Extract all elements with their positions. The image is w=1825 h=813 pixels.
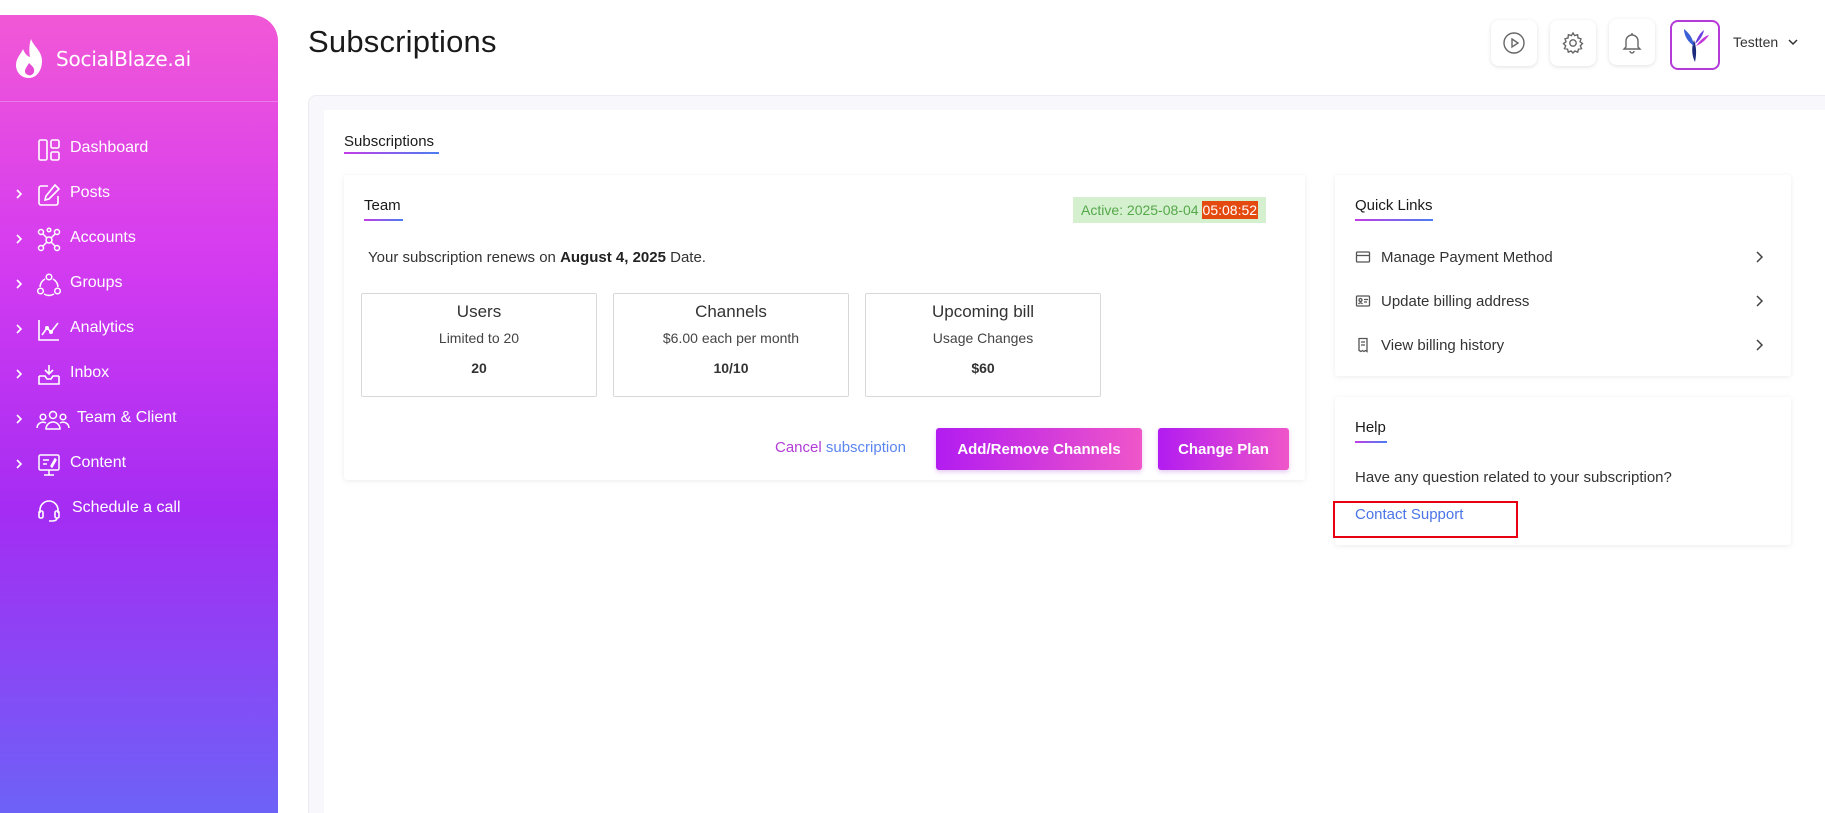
contact-support-link[interactable]: Contact Support (1355, 506, 1463, 523)
flame-logo-icon (16, 39, 42, 78)
renewal-suffix: Date. (670, 249, 706, 266)
chevron-right-icon (16, 324, 23, 334)
status-time: 05:08:52 (1201, 201, 1259, 219)
chevron-right-icon (1756, 295, 1764, 307)
quick-link-manage-payment[interactable]: Manage Payment Method (1355, 245, 1765, 269)
chevron-down-icon (1788, 39, 1798, 46)
sidebar-item-label: Content (70, 454, 127, 471)
sidebar-item-label: Posts (70, 184, 111, 201)
settings-button[interactable] (1550, 20, 1596, 66)
tab-underline (344, 152, 439, 154)
headset-icon (38, 500, 60, 522)
stat-title: Upcoming bill (931, 302, 1035, 321)
sidebar-item-team-client[interactable]: Team & Client (0, 397, 278, 442)
avatar[interactable] (1670, 20, 1720, 70)
sidebar-item-posts[interactable]: Posts (0, 172, 278, 217)
brand[interactable]: SocialBlaze.ai (12, 37, 191, 81)
sidebar-item-accounts[interactable]: Accounts (0, 217, 278, 262)
brand-name: SocialBlaze.ai (56, 47, 192, 71)
quick-links-underline (1355, 219, 1433, 221)
chevron-right-icon (1756, 339, 1764, 351)
group-icon (36, 273, 62, 297)
edit-icon (38, 183, 61, 206)
stat-title: Channels (695, 302, 767, 321)
plan-name-underline (364, 219, 403, 221)
renewal-date: August 4, 2025 (560, 249, 666, 266)
plan-name: Team (364, 197, 401, 214)
sidebar-item-dashboard[interactable]: Dashboard (0, 127, 278, 172)
quick-link-billing-address[interactable]: Update billing address (1355, 289, 1765, 313)
team-icon (36, 410, 70, 430)
inbox-icon (38, 365, 60, 385)
chevron-right-icon (16, 414, 23, 424)
help-question: Have any question related to your subscr… (1355, 469, 1672, 486)
dashboard-icon (38, 139, 60, 161)
sidebar-item-content[interactable]: Content (0, 442, 278, 487)
network-icon (37, 227, 61, 252)
status-date: Active: 2025-08-04 (1081, 202, 1199, 218)
quick-link-label: Manage Payment Method (1381, 248, 1553, 266)
change-plan-button[interactable]: Change Plan (1158, 428, 1289, 470)
cancel-link-part2: subscription (825, 439, 906, 456)
quick-link-billing-history[interactable]: View billing history (1355, 333, 1765, 357)
analytics-icon (38, 320, 59, 341)
status-badge: Active: 2025-08-04 05:08:52 (1073, 197, 1267, 223)
sidebar-divider (0, 101, 278, 102)
stat-subtitle: $6.00 each per month (662, 330, 800, 346)
sidebar-item-inbox[interactable]: Inbox (0, 352, 278, 397)
chevron-right-icon (1756, 251, 1764, 263)
notifications-button[interactable] (1609, 19, 1655, 65)
add-remove-channels-button[interactable]: Add/Remove Channels (936, 428, 1142, 470)
cancel-subscription-link[interactable]: Cancel subscription (775, 439, 906, 456)
sidebar-nav: Dashboard Posts Accounts Groups Analytic… (0, 127, 278, 532)
renewal-info: Your subscription renews on August 4, 20… (368, 249, 706, 266)
quick-links-title: Quick Links (1355, 197, 1433, 214)
chevron-right-icon (16, 189, 23, 199)
sidebar-item-label: Groups (70, 274, 123, 291)
cancel-link-part1: Cancel (775, 439, 822, 456)
stat-channels: Channels $6.00 each per month 10/10 (613, 293, 849, 397)
stat-value: 20 (471, 360, 487, 376)
gear-icon (1562, 31, 1584, 55)
stat-subtitle: Usage Changes (932, 330, 1034, 346)
sidebar-item-label: Dashboard (70, 139, 149, 156)
content-icon (38, 454, 60, 476)
stat-upcoming-bill: Upcoming bill Usage Changes $60 (865, 293, 1101, 397)
sidebar-item-analytics[interactable]: Analytics (0, 307, 278, 352)
bird-avatar-icon (1684, 29, 1709, 62)
chevron-right-icon (16, 234, 23, 244)
page-title: Subscriptions (308, 24, 497, 59)
chevron-right-icon (16, 279, 23, 289)
quick-link-label: Update billing address (1381, 292, 1530, 310)
chevron-right-icon (16, 459, 23, 469)
credit-card-icon (1355, 251, 1371, 263)
stat-value: 10/10 (713, 360, 749, 376)
sidebar-item-groups[interactable]: Groups (0, 262, 278, 307)
play-icon (1503, 32, 1525, 54)
receipt-icon (1358, 337, 1368, 353)
address-card-icon (1355, 295, 1371, 307)
stat-subtitle: Limited to 20 (438, 330, 520, 346)
user-name: Testten (1733, 34, 1779, 50)
stat-value: $60 (971, 360, 995, 376)
quick-link-label: View billing history (1381, 336, 1505, 354)
chevron-right-icon (16, 369, 23, 379)
sidebar-item-label: Schedule a call (72, 499, 181, 516)
renewal-prefix: Your subscription renews on (368, 249, 556, 266)
bell-icon (1622, 33, 1642, 54)
stat-title: Users (456, 302, 502, 321)
sidebar-item-label: Accounts (70, 229, 136, 246)
tutorial-button[interactable] (1491, 20, 1537, 66)
user-menu[interactable]: Testten (1733, 34, 1800, 50)
sidebar-item-schedule-call[interactable]: Schedule a call (0, 487, 278, 532)
help-title: Help (1355, 419, 1386, 436)
sidebar-item-label: Inbox (70, 364, 110, 381)
sidebar: SocialBlaze.ai Dashboard Posts Accounts (0, 15, 278, 813)
stat-users: Users Limited to 20 20 (361, 293, 597, 397)
sidebar-item-label: Analytics (70, 319, 135, 336)
tab-subscriptions[interactable]: Subscriptions (344, 133, 434, 150)
help-title-underline (1355, 441, 1387, 443)
sidebar-item-label: Team & Client (77, 409, 177, 426)
